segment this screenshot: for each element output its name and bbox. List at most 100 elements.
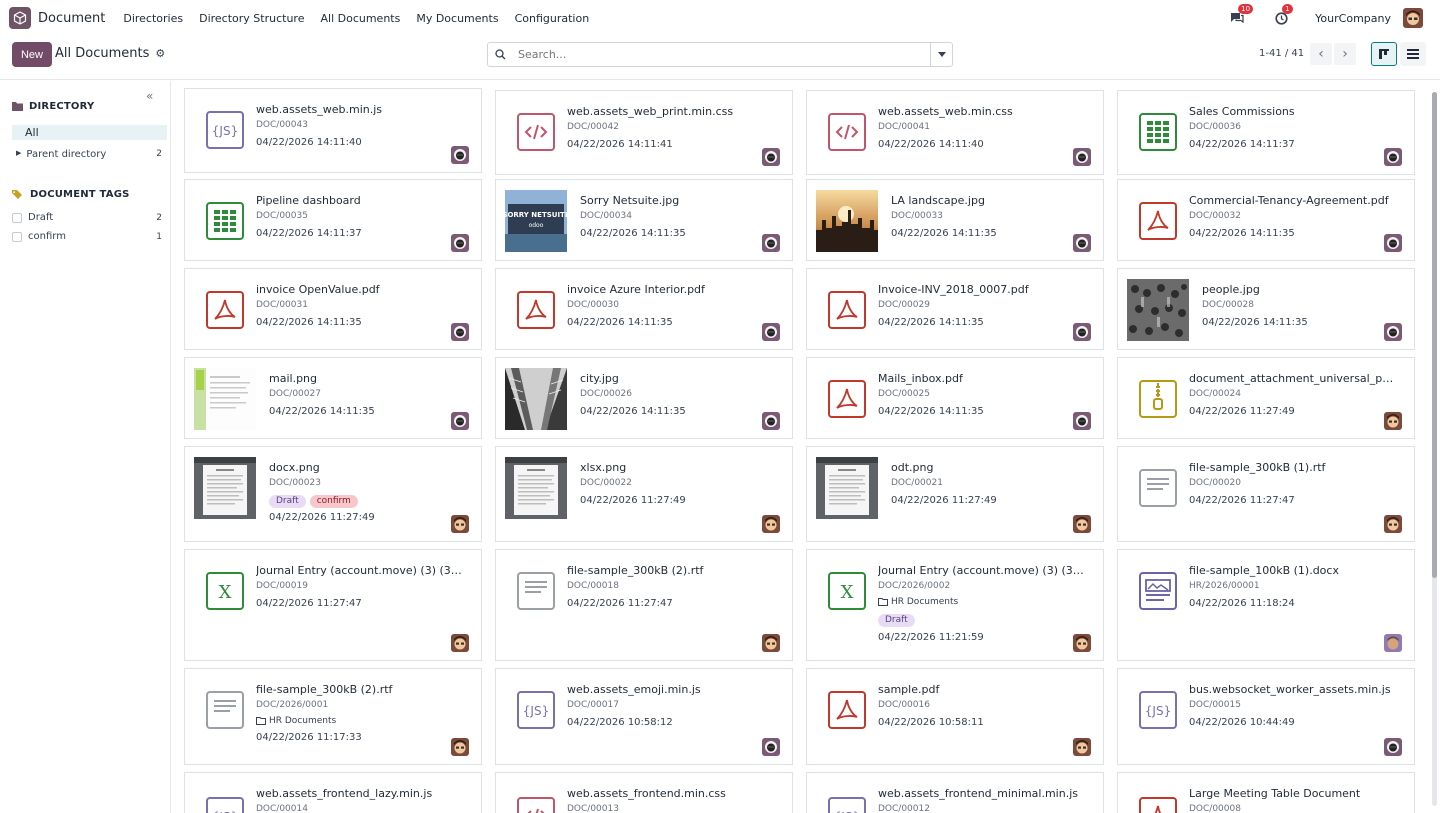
nav-configuration[interactable]: Configuration	[507, 12, 598, 25]
company-switcher[interactable]: YourCompany	[1315, 12, 1391, 25]
owner-avatar[interactable]	[1384, 323, 1402, 341]
pdf-icon[interactable]	[816, 279, 878, 341]
document-card[interactable]: Commercial-Tenancy-Agreement.pdf DOC/0003…	[1117, 179, 1415, 261]
owner-avatar[interactable]	[762, 634, 780, 652]
text-icon[interactable]	[194, 679, 256, 741]
document-name[interactable]: mail.png	[269, 372, 463, 385]
document-card[interactable]: mail.png DOC/00027 04/22/2026 14:11:35	[184, 357, 482, 439]
document-card[interactable]: Invoice-INV_2018_0007.pdf DOC/00029 04/22/…	[806, 268, 1104, 350]
caret-right-icon[interactable]: ▶	[16, 149, 21, 160]
thumbnail-image[interactable]	[816, 190, 878, 252]
js-icon[interactable]: {JS}	[1127, 679, 1189, 741]
user-avatar[interactable]	[1403, 8, 1423, 28]
owner-avatar[interactable]	[762, 515, 780, 533]
owner-avatar[interactable]	[1073, 412, 1091, 430]
pdf-icon[interactable]	[816, 368, 878, 430]
owner-avatar[interactable]	[451, 146, 469, 164]
word-icon[interactable]	[1127, 560, 1189, 622]
pdf-icon[interactable]	[505, 279, 567, 341]
owner-avatar[interactable]	[1073, 634, 1091, 652]
document-card[interactable]: {JS}web.assets_frontend_minimal.min.js DO…	[806, 772, 1104, 813]
pager-previous-button[interactable]: ‹	[1310, 43, 1332, 65]
document-name[interactable]: web.assets_web.min.js	[256, 103, 463, 116]
thumbnail-image[interactable]	[194, 457, 256, 519]
document-card[interactable]: {JS}web.assets_frontend_lazy.min.js DOC/0…	[184, 772, 482, 813]
directory-all[interactable]: All	[12, 125, 167, 140]
document-card[interactable]: file-sample_300kB (2).rtf DOC/2026/0001 HR…	[184, 668, 482, 765]
tag-draft[interactable]: Draft	[269, 495, 306, 508]
document-card[interactable]: file-sample_300kB (2).rtf DOC/00018 04/22/…	[495, 549, 793, 661]
document-name[interactable]: file-sample_100kB (1).docx	[1189, 564, 1396, 577]
document-name[interactable]: web.assets_web.min.css	[878, 105, 1085, 118]
css-icon[interactable]	[505, 101, 567, 163]
document-name[interactable]: people.jpg	[1202, 283, 1396, 296]
document-name[interactable]: file-sample_300kB (2).rtf	[567, 564, 774, 577]
search-input[interactable]	[512, 48, 930, 61]
document-card[interactable]: {JS} bus.websocket_worker_assets.min.js DO…	[1117, 668, 1415, 765]
thumbnail-image[interactable]	[505, 368, 567, 430]
tag-filter-confirm[interactable]: confirm 1	[12, 231, 162, 242]
document-card[interactable]: X Journal Entry (account.move) (3) (3)...…	[184, 549, 482, 661]
css-icon[interactable]	[816, 101, 878, 163]
document-card[interactable]: invoice Azure Interior.pdf DOC/00030 04/22…	[495, 268, 793, 350]
scrollbar[interactable]	[1432, 92, 1437, 806]
document-name[interactable]: invoice OpenValue.pdf	[256, 283, 463, 296]
document-name[interactable]: odt.png	[891, 461, 1085, 474]
owner-avatar[interactable]	[451, 234, 469, 252]
text-icon[interactable]	[1127, 457, 1189, 519]
document-name[interactable]: docx.png	[269, 461, 463, 474]
nav-directory-structure[interactable]: Directory Structure	[191, 12, 312, 25]
owner-avatar[interactable]	[1384, 634, 1402, 652]
document-card[interactable]: Large Meeting Table Document DOC/00008	[1117, 772, 1415, 813]
document-card[interactable]: file-sample_100kB (1).docx HR/2026/00001 0…	[1117, 549, 1415, 661]
document-card[interactable]: city.jpg DOC/00026 04/22/2026 14:11:35	[495, 357, 793, 439]
document-card[interactable]: Mails_inbox.pdf DOC/00025 04/22/2026 14:11…	[806, 357, 1104, 439]
owner-avatar[interactable]	[451, 634, 469, 652]
document-name[interactable]: web.assets_web_print.min.css	[567, 105, 774, 118]
owner-avatar[interactable]	[1073, 148, 1091, 166]
list-view-button[interactable]	[1400, 42, 1426, 66]
document-name[interactable]: Mails_inbox.pdf	[878, 372, 1085, 385]
pdf-icon[interactable]	[194, 279, 256, 341]
gear-icon[interactable]: ⚙	[155, 47, 165, 60]
document-name[interactable]: file-sample_300kB (2).rtf	[256, 683, 463, 696]
document-card[interactable]: xlsx.png DOC/00022 04/22/2026 11:27:49	[495, 446, 793, 542]
js-icon[interactable]: {JS}	[505, 679, 567, 741]
nav-directories[interactable]: Directories	[115, 12, 191, 25]
document-card[interactable]: docx.png DOC/00023 Draft confirm 04/22/2026 …	[184, 446, 482, 542]
document-name[interactable]: web.assets_frontend_lazy.min.js	[256, 787, 463, 800]
document-name[interactable]: web.assets_frontend.min.css	[567, 787, 774, 800]
document-card[interactable]: Sales Commissions DOC/00036 04/22/2026 14:…	[1117, 90, 1415, 175]
owner-avatar[interactable]	[1384, 515, 1402, 533]
document-name[interactable]: Sales Commissions	[1189, 105, 1396, 118]
document-name[interactable]: Sorry Netsuite.jpg	[580, 194, 774, 207]
thumbnail-image[interactable]: SORRY NETSUITE odoo	[505, 190, 567, 252]
document-card[interactable]: invoice OpenValue.pdf DOC/00031 04/22/2026…	[184, 268, 482, 350]
document-card[interactable]: sample.pdf DOC/00016 04/22/2026 10:58:11	[806, 668, 1104, 765]
text-icon[interactable]	[505, 560, 567, 622]
document-card[interactable]: X Journal Entry (account.move) (3) (3)...…	[806, 549, 1104, 661]
document-card[interactable]: odt.png DOC/00021 04/22/2026 11:27:49	[806, 446, 1104, 542]
owner-avatar[interactable]	[762, 323, 780, 341]
directory-parent[interactable]: ▶ Parent directory 2	[16, 149, 162, 160]
owner-avatar[interactable]	[762, 412, 780, 430]
messages-button[interactable]: 10	[1227, 4, 1254, 28]
document-name[interactable]: sample.pdf	[878, 683, 1085, 696]
document-card[interactable]: SORRY NETSUITE odoo Sorry Netsuite.jpg DOC/…	[495, 179, 793, 261]
js-icon[interactable]: {JS}	[194, 99, 256, 161]
excel-icon[interactable]: X	[816, 560, 878, 622]
tag-confirm[interactable]: confirm	[309, 495, 358, 508]
app-name[interactable]: Document	[38, 11, 105, 26]
document-name[interactable]: Journal Entry (account.move) (3) (3)....	[878, 564, 1085, 577]
tag-draft[interactable]: Draft	[878, 614, 915, 627]
document-card[interactable]: {JS} web.assets_emoji.min.js DOC/00017 04/2…	[495, 668, 793, 765]
document-card[interactable]: document_attachment_universal_pr... DOC/0…	[1117, 357, 1415, 439]
thumbnail-image[interactable]	[505, 457, 567, 519]
tag-filter-draft[interactable]: Draft 2	[12, 212, 162, 223]
checkbox[interactable]	[12, 212, 22, 223]
document-name[interactable]: web.assets_frontend_minimal.min.js	[878, 787, 1085, 800]
pdf-icon[interactable]	[1127, 785, 1189, 813]
js-icon[interactable]: {JS}	[194, 785, 256, 813]
new-button[interactable]: New	[12, 42, 52, 67]
excel-icon[interactable]: X	[194, 560, 256, 622]
